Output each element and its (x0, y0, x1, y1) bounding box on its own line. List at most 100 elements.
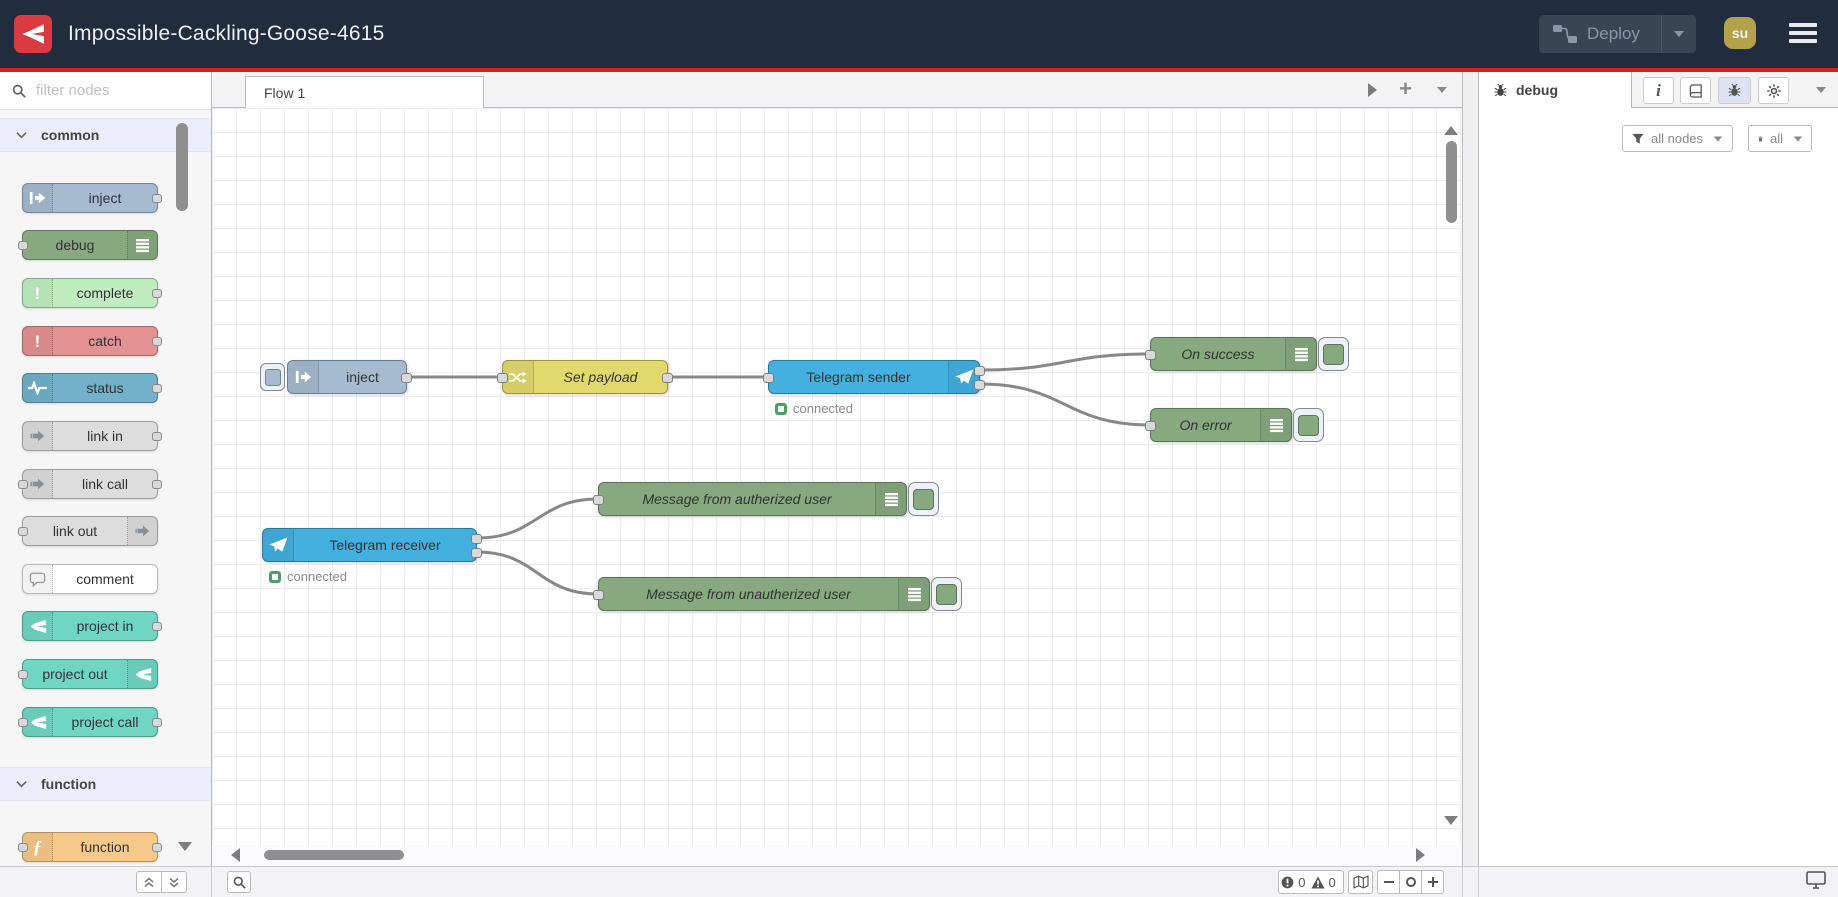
debug-sidebar: debug i all nodes all (1479, 72, 1838, 866)
debug-filter-row: all nodes all (1479, 108, 1838, 164)
debug-clear-button[interactable]: all (1748, 125, 1812, 152)
wire[interactable] (475, 497, 600, 540)
palette-node-comment[interactable]: comment (22, 564, 158, 594)
open-new-window-button[interactable] (1806, 871, 1826, 894)
tab-scroll-right-icon[interactable] (1368, 83, 1377, 97)
node-input-port[interactable] (593, 495, 604, 505)
zoom-in-button[interactable] (1421, 871, 1443, 893)
flow-node-msg-authorized[interactable]: Message from autherized user (593, 482, 939, 516)
palette-node-status[interactable]: status (22, 373, 162, 403)
debug-filter-button[interactable]: all nodes (1622, 125, 1733, 152)
add-flow-icon[interactable]: + (1399, 76, 1412, 102)
list-icon (1260, 409, 1291, 441)
palette-scroll-down-icon[interactable] (178, 842, 192, 851)
palette-node-label: function (80, 839, 130, 855)
flow-node-inject[interactable]: inject (260, 360, 412, 394)
palette-node-link-in[interactable]: link in (22, 421, 162, 451)
palette-node-debug[interactable]: debug (18, 230, 158, 260)
node-input-port[interactable] (1145, 421, 1156, 431)
palette-node-link-call[interactable]: link call (18, 469, 162, 499)
debug-enable-toggle[interactable] (908, 482, 939, 516)
flow-node-msg-unauthorized[interactable]: Message from unautherized user (593, 577, 962, 611)
palette-category-function[interactable]: function (0, 767, 211, 801)
wire[interactable] (978, 352, 1152, 372)
canvas-hscrollbar-thumb[interactable] (264, 850, 404, 860)
node-output-port (152, 622, 162, 631)
node-input-port[interactable] (497, 373, 508, 383)
palette-node-label: project call (71, 714, 139, 730)
canvas-footer: 0 0 (212, 867, 1462, 897)
config-panel-button[interactable] (1758, 77, 1789, 104)
palette-search[interactable] (0, 72, 211, 110)
sidebar-tabbar: debug i (1479, 72, 1838, 108)
node-output-port[interactable] (974, 380, 985, 390)
status-connected-icon (775, 402, 787, 415)
palette-node-label: project in (76, 618, 134, 634)
node-input-port[interactable] (763, 373, 774, 383)
palette-node-project-call[interactable]: project call (18, 707, 162, 737)
zoom-controls (1377, 870, 1444, 894)
zoom-out-button[interactable] (1378, 871, 1399, 893)
debug-messages-area[interactable] (1479, 164, 1838, 866)
palette-footer (0, 867, 212, 897)
palette-node-catch[interactable]: ! catch (22, 326, 162, 356)
wire[interactable] (475, 550, 600, 596)
canvas-scroll-right-icon[interactable] (1416, 848, 1425, 862)
main-menu-icon[interactable] (1789, 23, 1817, 47)
node-output-port (152, 337, 162, 346)
help-panel-button[interactable] (1680, 77, 1711, 104)
user-avatar[interactable]: su (1724, 17, 1756, 49)
palette-node-complete[interactable]: ! complete (22, 278, 162, 308)
flow-list-caret-icon[interactable] (1437, 87, 1447, 93)
flow-node-label: Telegram sender (806, 369, 911, 385)
node-output-port[interactable] (974, 366, 985, 376)
debug-enable-toggle[interactable] (931, 577, 962, 611)
palette-node-label: status (86, 380, 124, 396)
deploy-options-caret-icon[interactable] (1662, 31, 1696, 37)
collapse-categories-button[interactable] (136, 871, 162, 893)
palette-node-project-in[interactable]: project in (22, 611, 162, 641)
node-input-port[interactable] (1145, 350, 1156, 360)
palette-node-inject[interactable]: inject (22, 183, 162, 213)
debug-enable-toggle[interactable] (1318, 337, 1349, 371)
tab-debug[interactable]: debug (1479, 72, 1632, 108)
debug-enable-toggle[interactable] (1293, 408, 1324, 442)
node-output-port[interactable] (401, 373, 412, 383)
palette-node-project-out[interactable]: project out (18, 659, 158, 689)
notifications-summary[interactable]: 0 0 (1278, 870, 1344, 894)
palette-node-label: link call (82, 476, 128, 492)
node-output-port[interactable] (471, 548, 482, 558)
palette-node-label: inject (88, 190, 122, 206)
filter-nodes-input[interactable] (34, 81, 168, 100)
flow-grid[interactable]: inject Set payload Telegram sender connecte… (212, 108, 1462, 845)
flow-node-set-payload[interactable]: Set payload (497, 360, 673, 394)
flow-node-on-error[interactable]: On error (1145, 408, 1324, 442)
node-output-port (152, 384, 162, 393)
node-input-port[interactable] (593, 590, 604, 600)
canvas-scroll-left-icon[interactable] (231, 848, 240, 862)
palette-node-function[interactable]: ƒ function (18, 832, 162, 862)
expand-categories-button[interactable] (161, 871, 187, 893)
tab-flow-1[interactable]: Flow 1 (245, 76, 484, 108)
sidebar-menu-caret-icon[interactable] (1816, 87, 1826, 93)
funnel-icon (1632, 133, 1644, 144)
node-output-port[interactable] (662, 373, 673, 383)
canvas-hscrollbar[interactable] (212, 845, 1462, 866)
node-output-port[interactable] (471, 534, 482, 544)
palette-node-link-out[interactable]: link out (18, 516, 158, 546)
search-flows-button[interactable] (227, 871, 251, 893)
zoom-reset-button[interactable] (1399, 871, 1421, 893)
debug-panel-button[interactable] (1718, 77, 1751, 104)
node-output-port (152, 843, 162, 852)
inject-trigger-button[interactable] (260, 363, 285, 391)
wire[interactable] (978, 382, 1152, 427)
deploy-button[interactable]: Deploy (1539, 15, 1696, 53)
palette-scrollbar-thumb[interactable] (176, 123, 188, 211)
palette-node-label: link in (87, 428, 123, 444)
flow-node-telegram-receiver[interactable]: Telegram receiver connected (262, 528, 482, 584)
info-panel-button[interactable]: i (1643, 77, 1674, 104)
flow-node-on-success[interactable]: On success (1145, 337, 1349, 371)
flow-node-telegram-sender[interactable]: Telegram sender connected (763, 360, 985, 416)
navigator-map-button[interactable] (1348, 870, 1373, 894)
panel-resize-handle[interactable] (1462, 72, 1479, 866)
